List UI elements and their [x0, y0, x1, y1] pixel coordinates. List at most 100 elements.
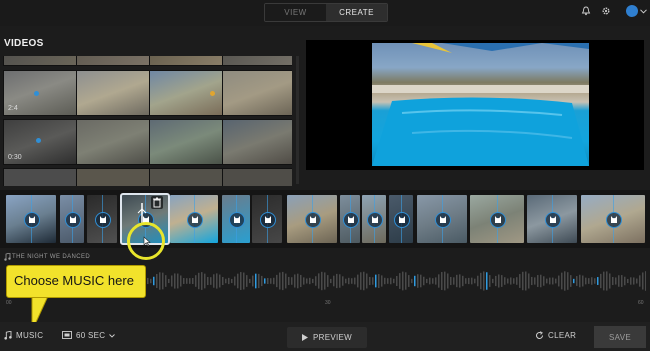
chevron-down-icon[interactable]: [640, 9, 647, 14]
preview-button[interactable]: PREVIEW: [287, 327, 367, 348]
waveform-bar: [267, 277, 269, 285]
video-thumbnail[interactable]: [76, 56, 150, 66]
waveform-bar: [438, 274, 440, 288]
waveform-bar: [207, 276, 209, 286]
waveform-bar: [261, 275, 263, 287]
video-thumbnail[interactable]: [76, 70, 150, 116]
waveform-bar: [627, 278, 629, 284]
gear-icon[interactable]: [601, 6, 611, 16]
play-icon: [302, 334, 308, 341]
clip-thumbnail[interactable]: [362, 195, 386, 243]
video-thumbnail[interactable]: [222, 70, 292, 116]
waveform-bar: [273, 277, 275, 285]
clip-thumbnail[interactable]: [87, 195, 117, 243]
clip-thumbnail[interactable]: [527, 195, 577, 243]
waveform-bar: [321, 271, 323, 291]
clip-thumbnail[interactable]: [170, 195, 218, 243]
waveform-bar: [507, 278, 509, 284]
time-tick: 00: [6, 300, 12, 306]
waveform-bar: [168, 278, 170, 284]
clip-thumbnail[interactable]: [60, 195, 84, 243]
tab-create[interactable]: CREATE: [326, 4, 387, 21]
clip-thumbnail[interactable]: [340, 195, 360, 243]
clear-button[interactable]: CLEAR: [535, 331, 576, 340]
waveform-bar: [348, 277, 350, 285]
account-icon[interactable]: [626, 5, 638, 17]
waveform-bar: [642, 272, 644, 290]
video-thumbnail[interactable]: [222, 56, 292, 66]
waveform-bar: [258, 273, 260, 289]
video-thumbnail[interactable]: [76, 119, 150, 165]
videos-scrollbar[interactable]: [296, 56, 299, 184]
clip-thumbnail[interactable]: [581, 195, 645, 243]
music-icon: [4, 331, 12, 340]
waveform-bar: [159, 272, 161, 290]
waveform-bar: [264, 278, 266, 284]
waveform-bar: [162, 272, 164, 290]
tab-view[interactable]: VIEW: [265, 4, 326, 21]
duration-dropdown[interactable]: 60 SEC: [62, 331, 116, 340]
waveform-bar: [420, 274, 422, 288]
waveform-bar: [336, 273, 338, 289]
waveform-bar: [240, 272, 242, 290]
waveform-bar: [429, 277, 431, 285]
waveform-bar: [237, 273, 239, 289]
bell-icon[interactable]: [581, 6, 591, 16]
waveform-bar: [297, 273, 299, 289]
music-button[interactable]: MUSIC: [4, 331, 43, 340]
video-thumbnail[interactable]: 2:4: [3, 70, 77, 116]
video-thumbnail[interactable]: [222, 168, 292, 186]
clip-thumbnail[interactable]: [389, 195, 413, 243]
video-thumbnail[interactable]: 0:30: [3, 119, 77, 165]
waveform-bar: [324, 272, 326, 290]
video-thumbnail[interactable]: [3, 56, 77, 66]
video-thumbnail[interactable]: [149, 168, 223, 186]
waveform-bar: [345, 278, 347, 284]
waveform-bar: [366, 273, 368, 289]
waveform-bar: [453, 277, 455, 285]
video-thumbnail[interactable]: [149, 56, 223, 66]
music-track-label: THE NIGHT WE DANCED: [12, 254, 91, 260]
duration-label: 60 SEC: [76, 331, 106, 340]
waveform-bar: [339, 274, 341, 288]
video-icon: [343, 212, 359, 228]
save-button[interactable]: SAVE: [594, 326, 646, 348]
waveform-bar: [342, 276, 344, 286]
video-thumbnail[interactable]: [222, 119, 292, 165]
clip-thumbnail[interactable]: [470, 195, 524, 243]
waveform-bar: [468, 277, 470, 285]
waveform-bar: [510, 277, 512, 285]
waveform-bar: [177, 273, 179, 289]
video-thumbnail[interactable]: [3, 168, 77, 186]
delete-clip-icon[interactable]: [151, 196, 163, 209]
clip-thumbnail[interactable]: [417, 195, 467, 243]
time-tick: 60: [638, 300, 644, 306]
clip-thumbnail[interactable]: [6, 195, 56, 243]
waveform-bar: [309, 277, 311, 285]
clip-thumbnail[interactable]: [252, 195, 282, 243]
preview-frame: [372, 43, 589, 166]
clip-thumbnail[interactable]: [222, 195, 250, 243]
video-icon: [435, 212, 451, 228]
waveform-bar: [189, 278, 191, 284]
video-thumbnail[interactable]: [149, 70, 223, 116]
waveform-bar: [447, 273, 449, 289]
video-thumbnail[interactable]: [76, 168, 150, 186]
waveform-bar: [486, 272, 488, 290]
waveform-bar: [291, 277, 293, 285]
clear-label: CLEAR: [548, 331, 577, 340]
waveform-bar: [561, 272, 563, 290]
waveform-bar: [294, 274, 296, 288]
waveform-bar: [222, 276, 224, 286]
video-icon: [65, 212, 81, 228]
waveform-bar: [549, 277, 551, 285]
clip-thumbnail[interactable]: [287, 195, 337, 243]
waveform-bar: [153, 276, 155, 286]
waveform-bar: [396, 275, 398, 287]
waveform-bar: [480, 272, 482, 290]
waveform-bar: [504, 277, 506, 285]
video-icon: [305, 212, 321, 228]
waveform-bar: [195, 275, 197, 287]
waveform-bar: [387, 278, 389, 284]
video-thumbnail[interactable]: [149, 119, 223, 165]
